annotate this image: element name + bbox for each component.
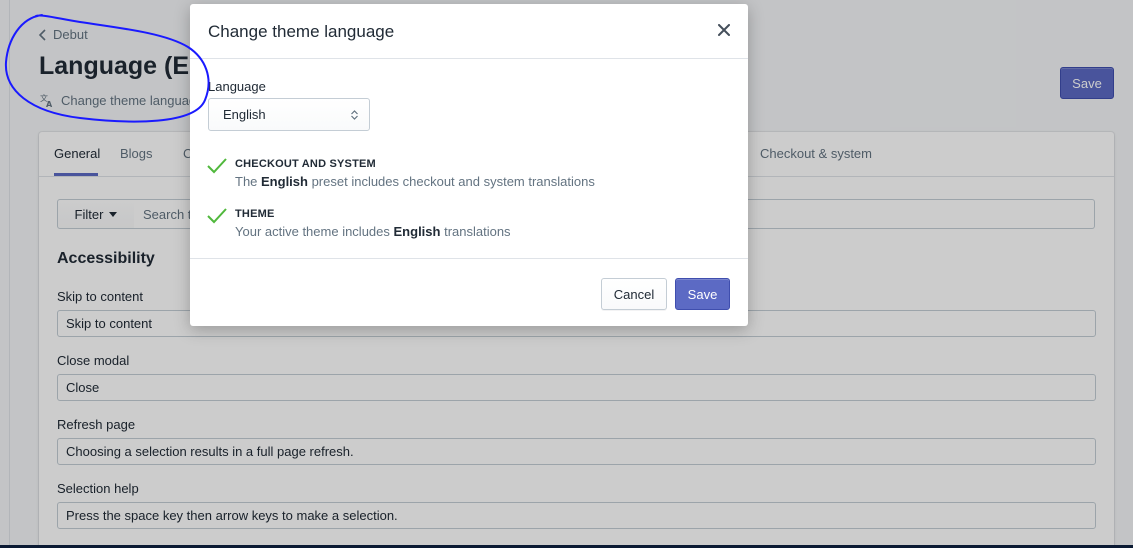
modal-header: Change theme language — [190, 4, 748, 59]
cancel-button[interactable]: Cancel — [601, 278, 667, 310]
checkmark-icon — [207, 208, 227, 224]
theme-description: Your active theme includes English trans… — [235, 224, 511, 239]
checkmark-icon — [207, 158, 227, 174]
modal-save-button[interactable]: Save — [675, 278, 730, 310]
modal-close-button[interactable] — [712, 18, 736, 42]
checkout-system-description: The English preset includes checkout and… — [235, 174, 595, 189]
select-arrows-icon — [351, 110, 358, 120]
checkout-system-title: CHECKOUT AND SYSTEM — [235, 158, 376, 170]
modal-footer: Cancel Save — [190, 258, 748, 326]
theme-title: THEME — [235, 208, 275, 220]
language-select[interactable]: English — [208, 98, 370, 131]
language-label: Language — [208, 79, 266, 94]
modal-title: Change theme language — [208, 22, 395, 41]
language-select-value: English — [223, 107, 266, 122]
change-language-modal: Change theme language Language English C… — [190, 4, 748, 326]
close-icon — [718, 24, 730, 36]
